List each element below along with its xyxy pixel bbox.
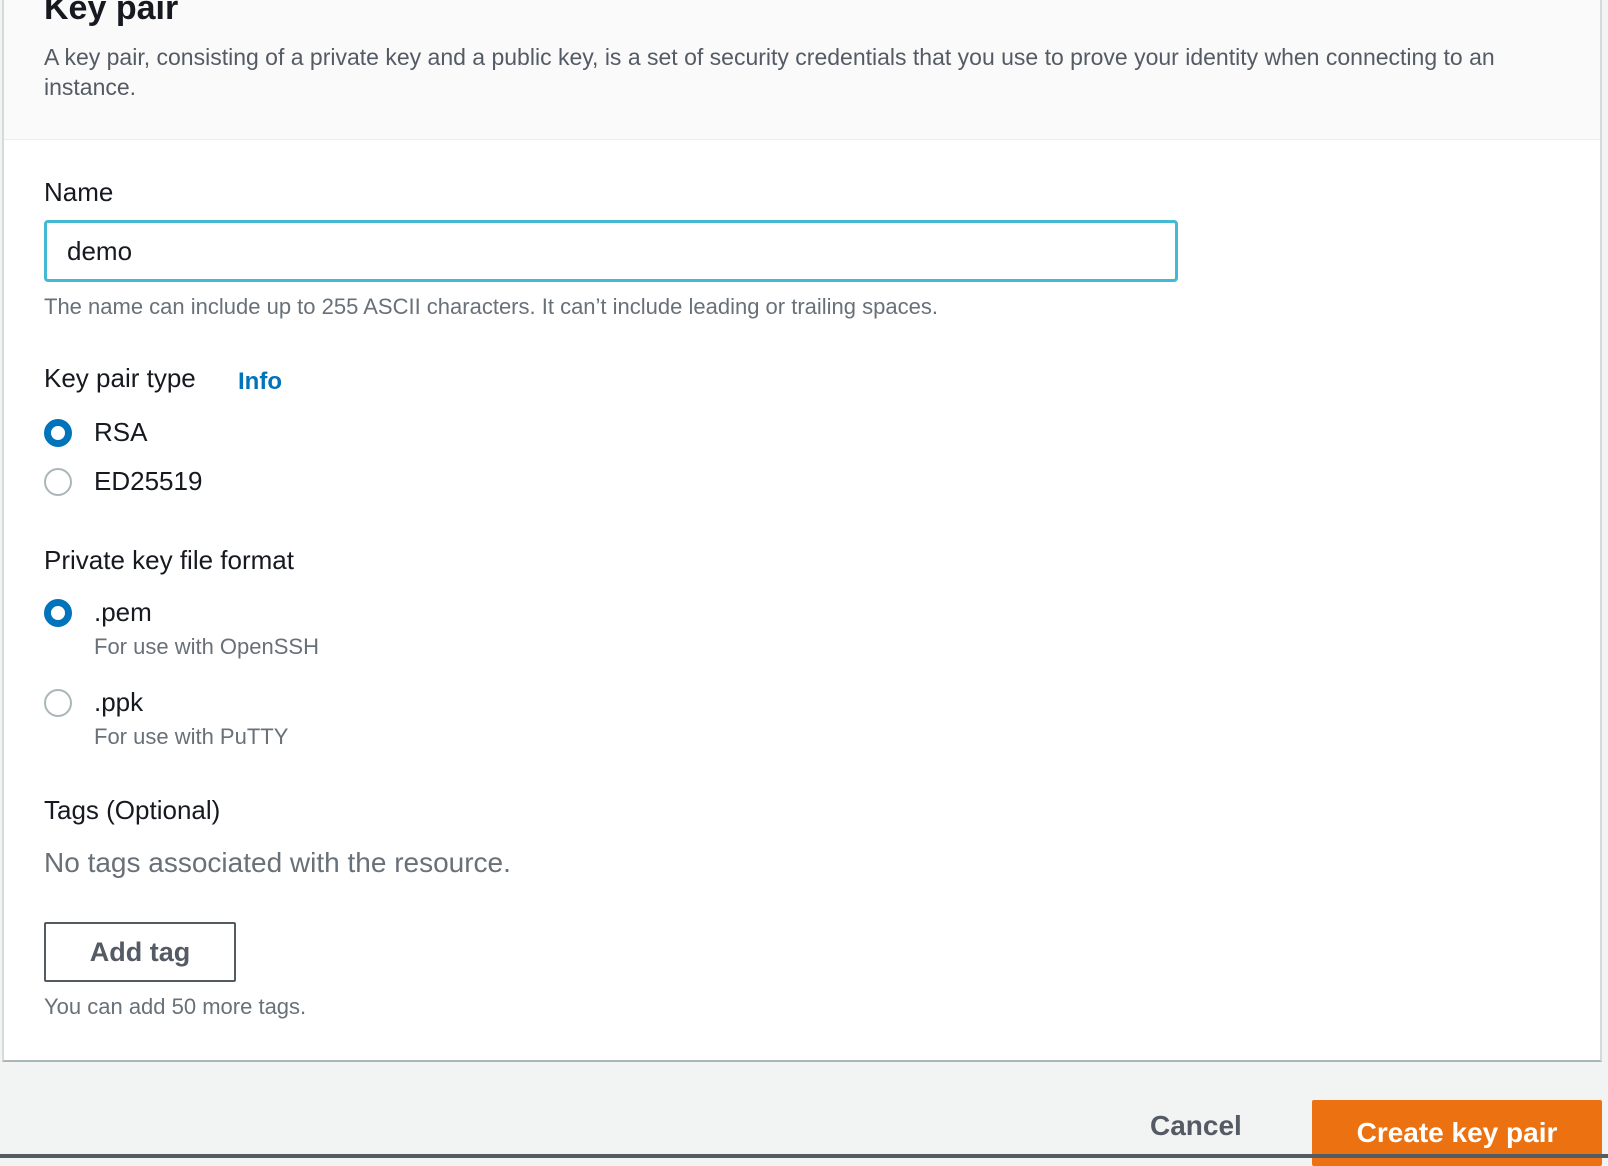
radio-checked-icon[interactable] bbox=[44, 599, 72, 627]
key-pair-type-label: Key pair type bbox=[44, 363, 196, 393]
radio-label-ppk: .ppk bbox=[94, 687, 144, 717]
name-input[interactable] bbox=[44, 220, 1178, 282]
tags-empty-text: No tags associated with the resource. bbox=[44, 847, 511, 878]
info-link[interactable]: Info bbox=[238, 368, 282, 396]
tags-limit-hint: You can add 50 more tags. bbox=[44, 994, 307, 1019]
radio-description-ppk: For use with PuTTY bbox=[94, 724, 289, 749]
radio-label-pem: .pem bbox=[94, 597, 152, 627]
name-hint: The name can include up to 255 ASCII cha… bbox=[44, 294, 938, 319]
bottom-divider bbox=[0, 1154, 1608, 1158]
radio-label-rsa: RSA bbox=[94, 417, 148, 447]
private-key-format-label: Private key file format bbox=[44, 545, 294, 575]
radio-unchecked-icon[interactable] bbox=[44, 689, 72, 717]
page-description: A key pair, consisting of a private key … bbox=[44, 44, 1495, 100]
name-label: Name bbox=[44, 177, 114, 207]
tags-label: Tags (Optional) bbox=[44, 795, 221, 825]
radio-description-pem: For use with OpenSSH bbox=[94, 634, 319, 659]
key-pair-panel: Key pair A key pair, consisting of a pri… bbox=[2, 0, 1602, 1062]
radio-unchecked-icon[interactable] bbox=[44, 468, 72, 496]
radio-label-ed25519: ED25519 bbox=[94, 466, 203, 496]
page-title: Key pair bbox=[44, 0, 179, 27]
add-tag-button[interactable]: Add tag bbox=[44, 922, 236, 982]
panel-header: Key pair A key pair, consisting of a pri… bbox=[4, 0, 1600, 140]
radio-checked-icon[interactable] bbox=[44, 419, 72, 447]
cancel-button[interactable]: Cancel bbox=[1150, 1110, 1242, 1142]
